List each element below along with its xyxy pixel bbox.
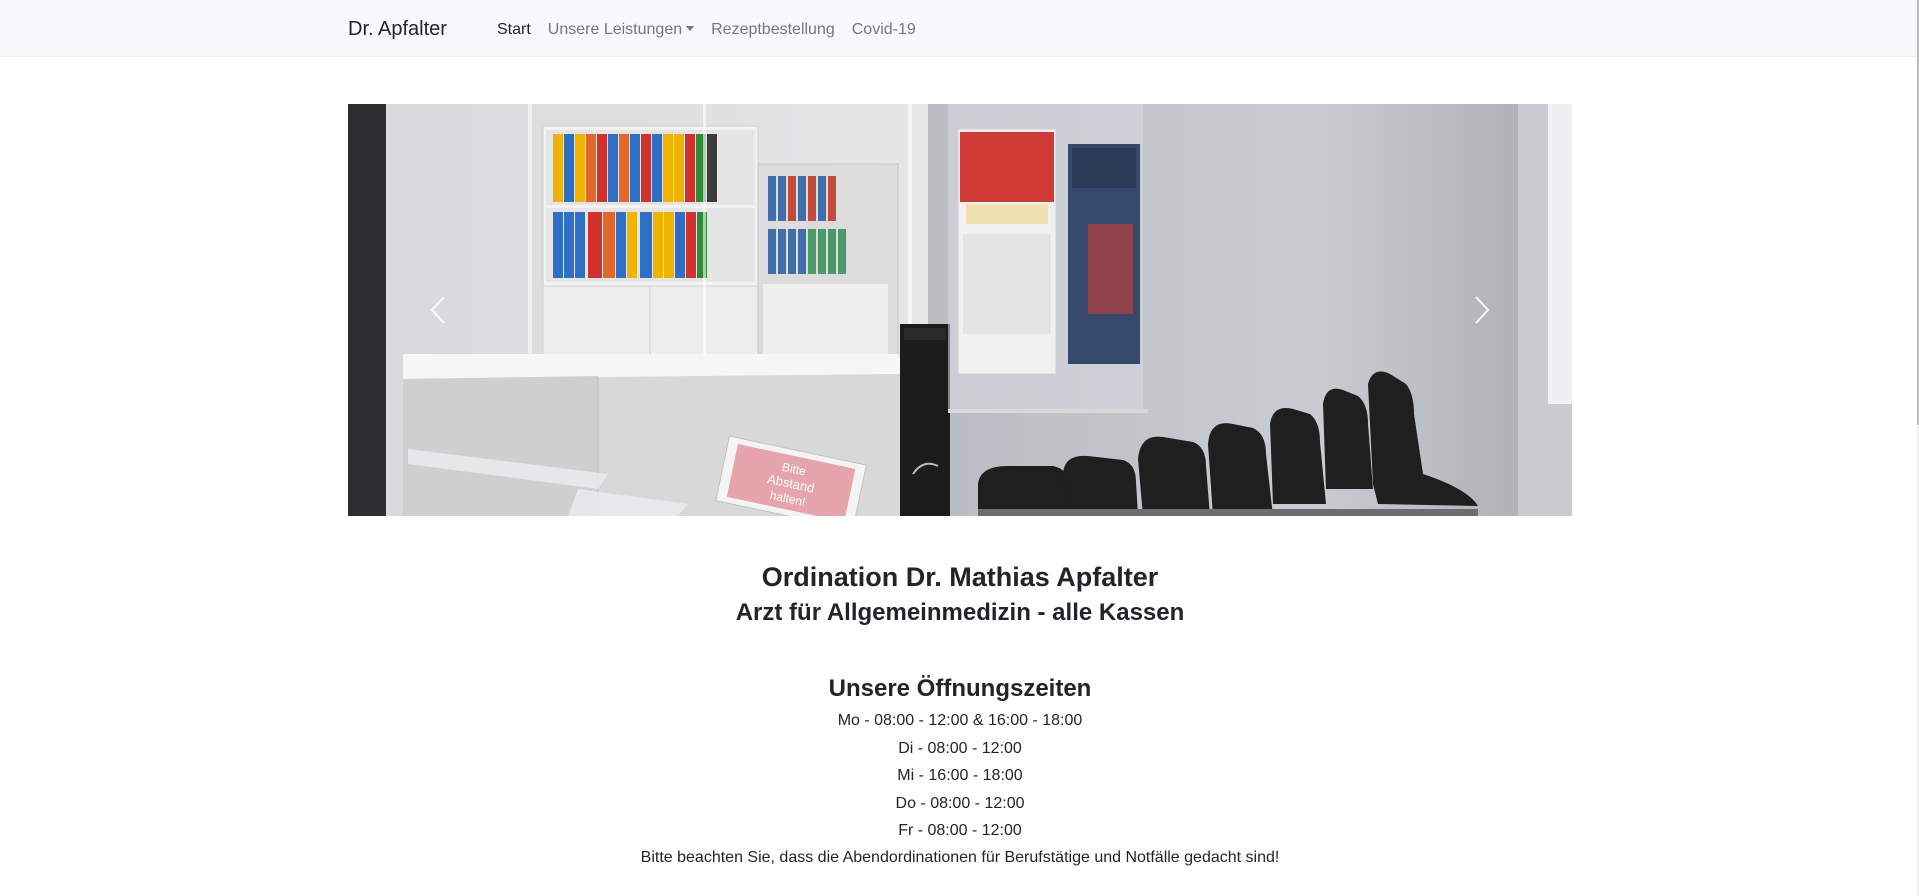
main-nav: Start Unsere Leistungen Rezeptbestellung… [497, 19, 916, 41]
carousel-prev-button[interactable] [348, 104, 528, 516]
image-carousel: Bitte Abstand halten! [348, 104, 1572, 516]
page: Dr. Apfalter Start Unsere Leistungen Rez… [0, 0, 1919, 896]
opening-hours-list: Mo - 08:00 - 12:00 & 16:00 - 18:00 Di - … [348, 707, 1572, 845]
caret-down-icon [686, 26, 695, 31]
nav-item-start[interactable]: Start [497, 19, 531, 41]
opening-hours-item: Fr - 08:00 - 12:00 [898, 822, 1022, 839]
opening-hours-item: Mi - 16:00 - 18:00 [897, 767, 1023, 784]
nav-item-covid-19[interactable]: Covid-19 [852, 19, 916, 41]
evening-hours-note: Bitte beachten Sie, dass die Abendordina… [640, 848, 1280, 866]
opening-hours-item: Di - 08:00 - 12:00 [898, 739, 1022, 757]
nav-item-unsere-leistungen[interactable]: Unsere Leistungen [547, 19, 695, 41]
chevron-right-icon [1475, 296, 1490, 324]
chevron-left-icon [430, 296, 445, 324]
opening-hours-item: Do - 08:00 - 12:00 [895, 794, 1025, 812]
opening-hours-item: Mo - 08:00 - 12:00 & 16:00 - 18:00 [837, 712, 1083, 729]
top-navbar: Dr. Apfalter Start Unsere Leistungen Rez… [0, 0, 1917, 57]
brand-link[interactable]: Dr. Apfalter [348, 17, 447, 41]
nav-item-rezeptbestellung[interactable]: Rezeptbestellung [711, 19, 835, 41]
page-title: Ordination Dr. Mathias Apfalter [761, 562, 1159, 592]
main-content: Ordination Dr. Mathias Apfalter Arzt für… [348, 560, 1572, 868]
carousel-image-reception: Bitte Abstand halten! [348, 104, 1572, 516]
opening-hours-heading: Unsere Öffnungszeiten [828, 675, 1092, 702]
carousel-next-button[interactable] [1392, 104, 1572, 516]
page-subtitle: Arzt für Allgemeinmedizin - alle Kassen [735, 599, 1185, 626]
nav-item-unsere-leistungen-label: Unsere Leistungen [547, 21, 683, 38]
